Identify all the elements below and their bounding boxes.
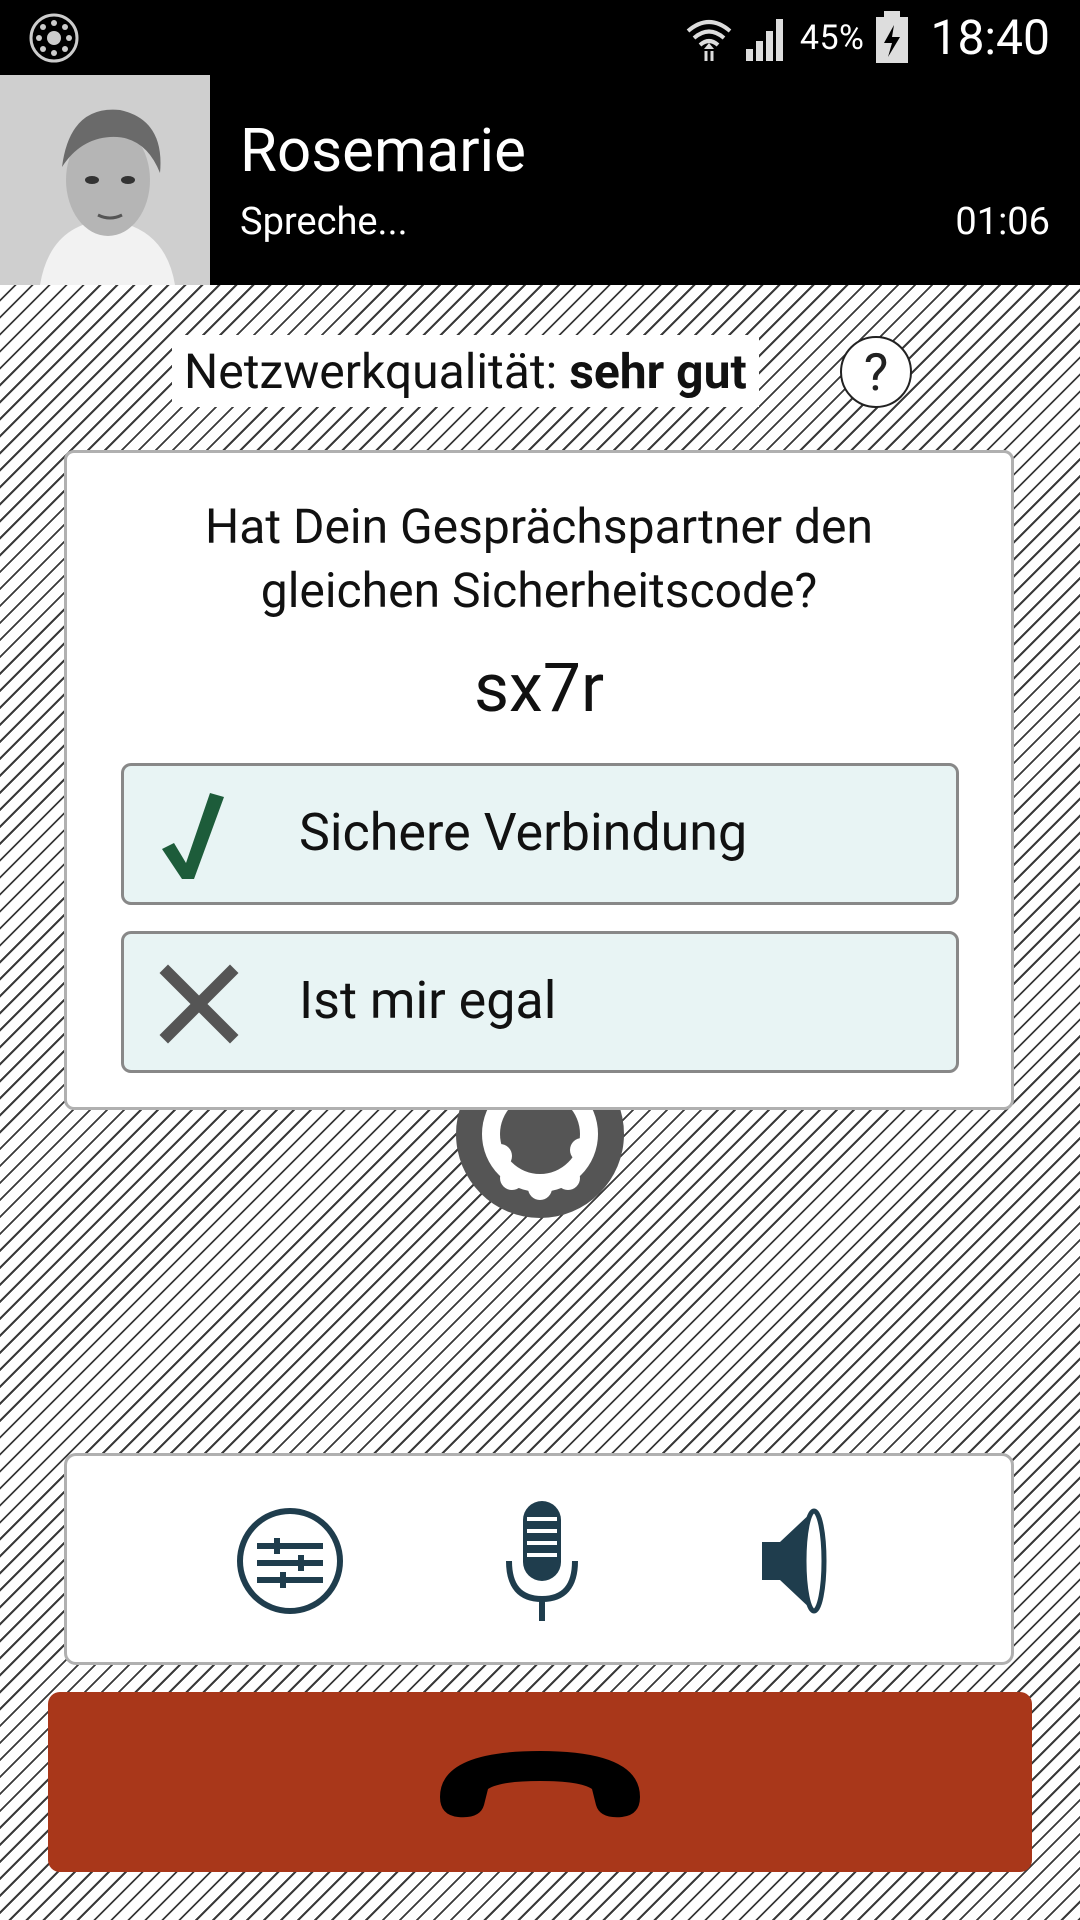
confirm-secure-label: Sichere Verbindung bbox=[299, 802, 748, 863]
battery-level: 45% bbox=[799, 17, 865, 58]
dismiss-label: Ist mir egal bbox=[299, 970, 557, 1031]
wifi-icon bbox=[686, 19, 732, 61]
status-icons: 45% 18:40 bbox=[684, 0, 1050, 75]
contact-name: Rosemarie bbox=[240, 115, 526, 186]
contact-avatar bbox=[0, 75, 210, 285]
phone-hangup-icon bbox=[440, 1751, 640, 1818]
help-icon[interactable]: ? bbox=[840, 336, 912, 408]
microphone-icon bbox=[506, 1501, 578, 1621]
settings-button[interactable] bbox=[235, 1506, 345, 1616]
sliders-icon bbox=[237, 1508, 343, 1614]
call-timer: 01:06 bbox=[955, 200, 1050, 244]
x-icon bbox=[159, 964, 239, 1044]
speaker-icon bbox=[762, 1508, 827, 1614]
network-quality: Netzwerkqualität: sehr gut bbox=[172, 335, 759, 407]
signal-icon bbox=[745, 18, 783, 61]
security-question-line2: gleichen Sicherheitscode? bbox=[260, 562, 818, 619]
confirm-secure-button[interactable]: Sichere Verbindung bbox=[121, 763, 959, 905]
battery-charging-icon bbox=[876, 10, 909, 63]
rotary-dial-icon bbox=[452, 1100, 628, 1220]
network-quality-value: sehr gut bbox=[569, 342, 747, 400]
dismiss-button[interactable]: Ist mir egal bbox=[121, 931, 959, 1073]
security-code-dialog: Hat Dein Gesprächspartner den gleichen S… bbox=[64, 450, 1014, 1110]
security-code: sx7r bbox=[473, 648, 605, 728]
network-quality-label: Netzwerkqualität: bbox=[184, 342, 558, 400]
status-bar: 45% 18:40 bbox=[0, 0, 1080, 75]
security-question-line1: Hat Dein Gesprächspartner den bbox=[204, 498, 873, 555]
hangup-button[interactable] bbox=[48, 1692, 1032, 1872]
speaker-button[interactable] bbox=[739, 1506, 849, 1616]
call-header: Rosemarie Spreche... 01:06 bbox=[0, 75, 1080, 285]
checkmark-icon bbox=[162, 793, 224, 879]
call-controls bbox=[64, 1453, 1014, 1665]
call-status: Spreche... bbox=[240, 200, 408, 244]
avatar-photo bbox=[0, 75, 210, 285]
rotary-dial-icon bbox=[29, 13, 79, 63]
security-question: Hat Dein Gesprächspartner den gleichen S… bbox=[67, 495, 1011, 623]
microphone-button[interactable] bbox=[487, 1501, 597, 1621]
clock: 18:40 bbox=[930, 9, 1050, 66]
